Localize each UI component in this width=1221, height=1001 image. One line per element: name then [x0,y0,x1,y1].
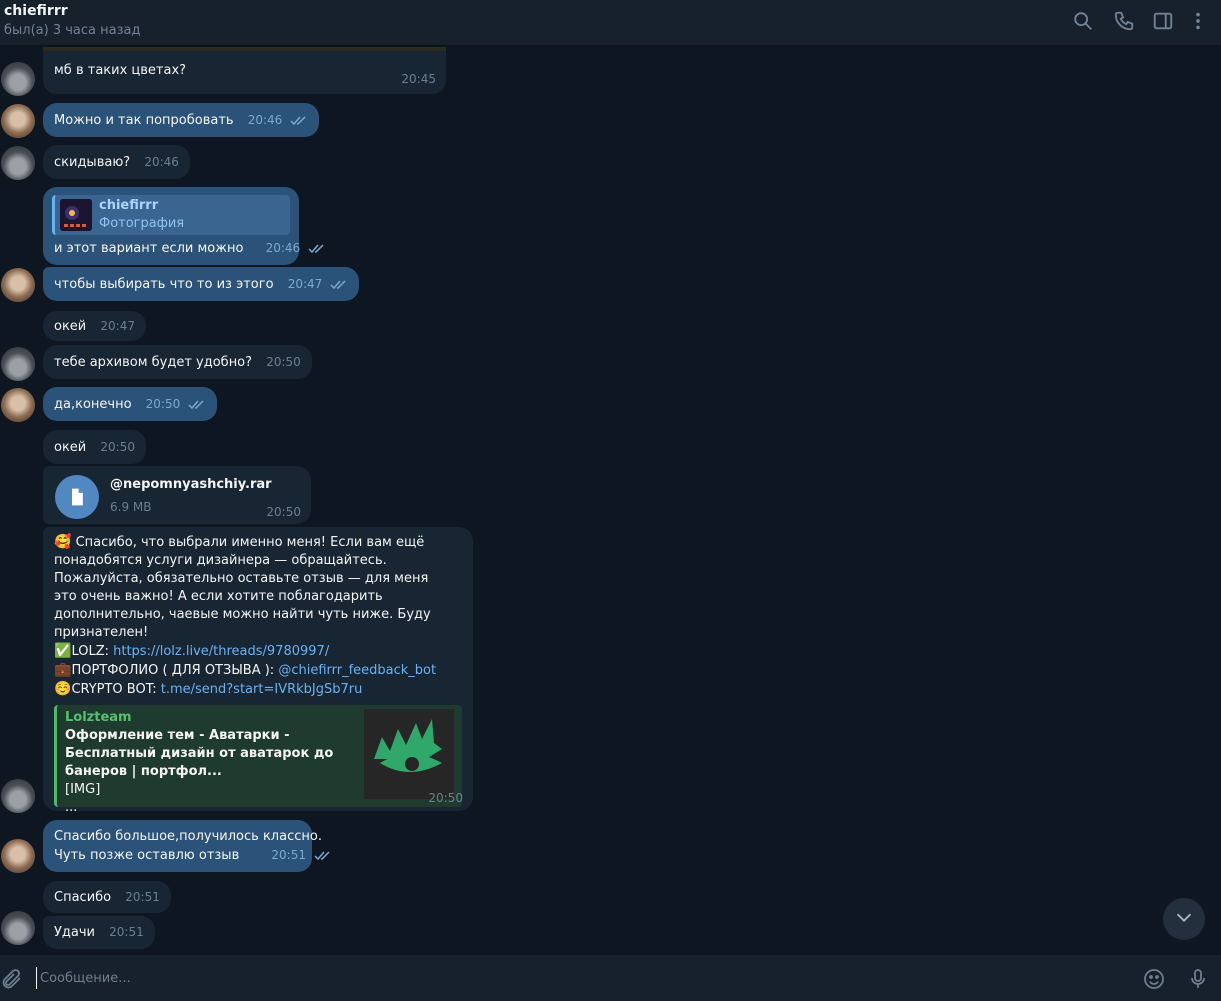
file-name[interactable]: @nepomnyashchiy.rar [110,476,272,494]
message-time: 20:46 [265,241,301,255]
check-double-icon [290,115,308,126]
message-time: 20:50 [266,355,301,369]
phone-icon[interactable] [1113,10,1135,32]
message-text: чтобы выбирать что то из этого [54,277,274,292]
emoji-icon[interactable] [1142,967,1166,991]
message-incoming[interactable]: скидываю? 20:46 [43,145,190,179]
avatar[interactable] [1,839,35,873]
crypto-label: CRYPTO BOT: [71,682,161,697]
message-time: 20:47 [100,319,135,333]
smiling-hearts-emoji: 🥰 [54,534,72,550]
message-time: 20:51 [271,848,306,862]
check-double-icon [314,850,332,861]
message-text: Спасибо [54,890,112,905]
portfolio-link[interactable]: @chiefirrr_feedback_bot [278,663,436,678]
lolz-link[interactable]: https://lolz.live/threads/9780997/ [113,644,329,659]
message-time: 20:47 [287,277,323,291]
search-icon[interactable] [1072,10,1094,32]
message-incoming[interactable]: Спасибо 20:51 [43,881,171,913]
more-icon[interactable] [1187,10,1209,32]
message-text: да,конечно [54,397,132,412]
avatar[interactable] [1,388,35,422]
message-incoming[interactable]: мб в таких цветах? 20:45 [43,47,446,94]
message-time: 20:46 [144,155,179,169]
message-outgoing[interactable]: Можно и так попробовать 20:46 [43,103,320,137]
chevron-down-icon [1173,906,1195,932]
message-text: скидываю? [54,155,131,170]
lolz-label: LOLZ: [71,644,114,659]
message-text: и этот вариант если можно [54,241,244,256]
reply-thumbnail [60,199,92,231]
message-list[interactable]: мб в таких цветах? 20:45 Можно и так поп… [0,47,1221,954]
message-text: Спасибо, что выбрали именно меня! Если в… [54,535,431,640]
message-time: 20:50 [428,791,463,805]
crypto-link[interactable]: t.me/send?start=IVRkbJgSb7ru [161,682,363,697]
message-text: Удачи [54,925,96,940]
message-time: 20:50 [100,440,135,454]
last-seen-status: был(а) 3 часа назад [4,23,141,38]
message-outgoing[interactable]: чтобы выбирать что то из этого 20:47 [43,267,360,301]
message-text: Спасибо большое,получилось классно. [54,829,322,844]
portfolio-label: ПОРТФОЛИО ( ДЛЯ ОТЗЫВА ): [71,663,279,678]
preview-title: Оформление тем - Аватарки - Бесплатный д… [65,728,334,779]
message-input[interactable] [36,967,1116,989]
briefcase-emoji: 💼 [54,662,72,678]
scroll-down-button[interactable] [1163,898,1205,940]
avatar[interactable] [1,104,35,138]
mic-icon[interactable] [1186,967,1210,991]
smile-emoji: ☺️ [54,681,72,697]
message-text: Можно и так попробовать [54,113,234,128]
message-time: 20:45 [401,72,436,86]
message-incoming[interactable]: тебе архивом будет удобно? 20:50 [43,345,312,379]
link-preview[interactable]: Lolzteam Оформление тем - Аватарки - Бес… [54,705,462,815]
reply-author: chiefirrr [99,198,159,213]
message-time: 20:46 [247,113,283,127]
chat-header[interactable]: chiefirrr был(а) 3 часа назад [0,0,1221,46]
check-double-icon [330,279,348,290]
avatar[interactable] [1,911,35,945]
sidebar-icon[interactable] [1152,10,1174,32]
avatar[interactable] [1,62,35,96]
avatar[interactable] [1,268,35,302]
photo-fragment [43,47,446,51]
message-composer[interactable] [0,954,1221,1001]
preview-image[interactable] [364,709,454,799]
message-time: 20:50 [266,505,301,519]
message-incoming[interactable]: окей 20:50 [43,430,146,464]
file-size: 6.9 MB [110,500,152,514]
message-text: Чуть позже оставлю отзыв [54,848,240,863]
check-mark-emoji: ✅ [54,643,72,659]
message-outgoing[interactable]: chiefirrr Фотография и этот вариант если… [43,187,324,265]
message-time: 20:51 [125,890,160,904]
message-incoming[interactable]: Удачи 20:51 [43,916,155,949]
attach-icon[interactable] [0,967,24,991]
message-text: тебе архивом будет удобно? [54,355,253,370]
file-message[interactable]: @nepomnyashchiy.rar 6.9 MB 20:50 [43,466,311,524]
message-incoming[interactable]: 🥰 Спасибо, что выбрали именно меня! Если… [43,527,473,815]
check-double-icon [308,243,326,254]
message-text: окей [54,440,87,455]
avatar[interactable] [1,347,35,381]
message-text: окей [54,319,87,334]
message-time: 20:51 [109,925,144,939]
chat-title[interactable]: chiefirrr [4,3,68,19]
message-outgoing[interactable]: Спасибо большое,получилось классно. Чуть… [43,820,330,872]
avatar[interactable] [1,779,35,813]
file-icon[interactable] [55,475,99,519]
reply-quote[interactable]: chiefirrr Фотография [52,195,290,235]
reply-text: Фотография [99,216,185,231]
message-text: мб в таких цветах? [54,63,187,78]
check-double-icon [188,399,206,410]
message-outgoing[interactable]: да,конечно 20:50 [43,387,218,421]
preview-line: ... [65,800,78,815]
message-time: 20:50 [145,397,181,411]
avatar[interactable] [1,146,35,180]
message-text-block: 🥰 Спасибо, что выбрали именно меня! Если… [54,533,454,699]
message-incoming[interactable]: окей 20:47 [43,311,146,341]
